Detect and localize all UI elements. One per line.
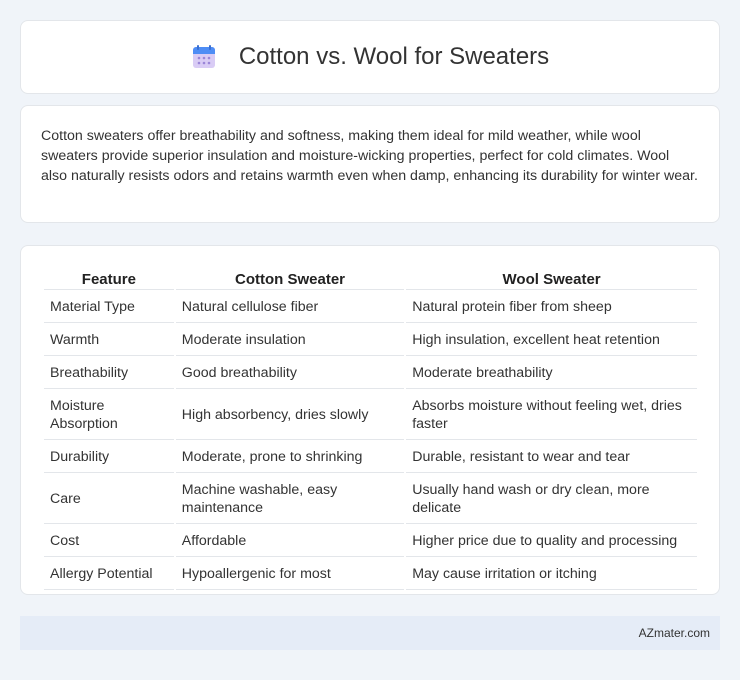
comparison-table-card: Feature Cotton Sweater Wool Sweater Mate… (20, 245, 720, 595)
wool-cell: Usually hand wash or dry clean, more del… (406, 475, 697, 524)
feature-cell: Material Type (44, 292, 174, 323)
cotton-cell: High absorbency, dries slowly (175, 391, 405, 440)
comparison-table: Feature Cotton Sweater Wool Sweater Mate… (42, 266, 699, 592)
table-row: Material Type Natural cellulose fiber Na… (44, 292, 697, 323)
table-row: Moisture Absorption High absorbency, dri… (44, 391, 697, 440)
feature-cell: Durability (44, 442, 174, 473)
table-row: Warmth Moderate insulation High insulati… (44, 325, 697, 356)
table-row: Cost Affordable Higher price due to qual… (44, 526, 697, 557)
wool-cell: Higher price due to quality and processi… (406, 526, 697, 557)
feature-cell: Warmth (44, 325, 174, 356)
description-text: Cotton sweaters offer breathability and … (41, 128, 698, 184)
footer-bar: AZmater.com (20, 616, 720, 650)
table-row: Allergy Potential Hypoallergenic for mos… (44, 559, 697, 590)
header-feature: Feature (44, 268, 174, 290)
table-header-row: Feature Cotton Sweater Wool Sweater (44, 268, 697, 290)
wool-cell: May cause irritation or itching (406, 559, 697, 590)
cotton-cell: Hypoallergenic for most (175, 559, 405, 590)
table-row: Care Machine washable, easy maintenance … (44, 475, 697, 524)
page-title: Cotton vs. Wool for Sweaters (238, 43, 550, 70)
wool-cell: Natural protein fiber from sheep (406, 292, 697, 323)
cotton-cell: Natural cellulose fiber (175, 292, 405, 323)
cotton-cell: Affordable (175, 526, 405, 557)
cotton-cell: Moderate, prone to shrinking (175, 442, 405, 473)
header-wool: Wool Sweater (406, 268, 697, 290)
feature-cell: Care (44, 475, 174, 524)
wool-cell: Absorbs moisture without feeling wet, dr… (406, 391, 697, 440)
cotton-cell: Good breathability (175, 358, 405, 389)
wool-cell: High insulation, excellent heat retentio… (406, 325, 697, 356)
table-row: Breathability Good breathability Moderat… (44, 358, 697, 389)
description-card: Cotton sweaters offer breathability and … (20, 105, 720, 223)
wool-cell: Moderate breathability (406, 358, 697, 389)
header-cotton: Cotton Sweater (175, 268, 405, 290)
feature-cell: Allergy Potential (44, 559, 174, 590)
table-row: Durability Moderate, prone to shrinking … (44, 442, 697, 473)
footer-site-name[interactable]: AZmater.com (639, 626, 710, 640)
calendar-icon (191, 44, 217, 70)
wool-cell: Durable, resistant to wear and tear (406, 442, 697, 473)
feature-cell: Moisture Absorption (44, 391, 174, 440)
cotton-cell: Machine washable, easy maintenance (175, 475, 405, 524)
title-card: Cotton vs. Wool for Sweaters (20, 20, 720, 94)
cotton-cell: Moderate insulation (175, 325, 405, 356)
feature-cell: Breathability (44, 358, 174, 389)
feature-cell: Cost (44, 526, 174, 557)
